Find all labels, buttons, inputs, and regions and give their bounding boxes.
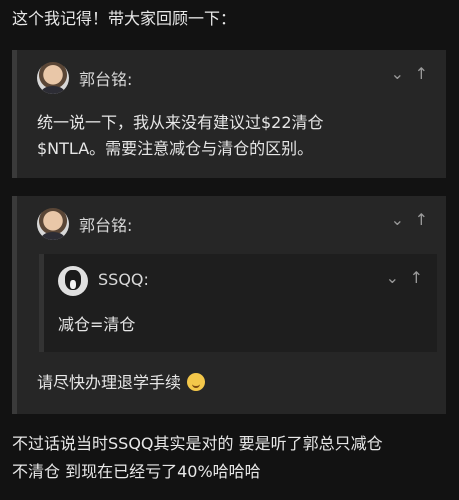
expand-quote-chevron-icon[interactable]: ⌄ bbox=[391, 64, 404, 83]
dog-avatar[interactable] bbox=[58, 266, 88, 296]
intro-text: 这个我记得！带大家回顾一下： bbox=[12, 9, 237, 28]
post-line-1: 不过话说当时SSQQ其实是对的 要是听了郭总只减仓 bbox=[12, 434, 383, 453]
go-to-quoted-arrow-icon[interactable]: ↑ bbox=[410, 268, 423, 287]
post-line-2: 不清仓 到现在已经亏了40%哈哈哈 bbox=[12, 462, 261, 481]
quote-header: 郭台铭: ⌄ ↑ bbox=[37, 208, 430, 240]
quote-header: 郭台铭: ⌄ ↑ bbox=[37, 62, 430, 94]
post-body-text: 不过话说当时SSQQ其实是对的 要是听了郭总只减仓 不清仓 到现在已经亏了40%… bbox=[12, 430, 452, 486]
quote-reply-text: 请尽快办理退学手续 bbox=[37, 370, 206, 396]
reply-text: 请尽快办理退学手续 bbox=[37, 373, 182, 392]
go-to-quoted-arrow-icon[interactable]: ↑ bbox=[415, 210, 428, 229]
quote-username[interactable]: 郭台铭: bbox=[79, 66, 132, 90]
quote-body: 统一说一下，我从来没有建议过$22清仓 $NTLA。需要注意减仓与清仓的区别。 bbox=[37, 110, 324, 162]
laughing-emoji-icon bbox=[187, 373, 206, 391]
quote-block-1: 郭台铭: ⌄ ↑ 统一说一下，我从来没有建议过$22清仓 $NTLA。需要注意减… bbox=[12, 50, 446, 178]
quote-line-2: $NTLA。需要注意减仓与清仓的区别。 bbox=[37, 139, 314, 158]
nested-quote-header: SSQQ: ⌄ ↑ bbox=[58, 266, 425, 298]
quote-block-2: 郭台铭: ⌄ ↑ SSQQ: ⌄ ↑ 减仓=清仓 请尽快办理退学手续 bbox=[12, 196, 446, 414]
quote-line-1: 统一说一下，我从来没有建议过$22清仓 bbox=[37, 113, 324, 132]
avatar[interactable] bbox=[37, 208, 69, 240]
quote-username[interactable]: 郭台铭: bbox=[79, 212, 132, 236]
nested-quote-username[interactable]: SSQQ: bbox=[98, 270, 149, 289]
avatar[interactable] bbox=[37, 62, 69, 94]
nested-quote-block: SSQQ: ⌄ ↑ 减仓=清仓 bbox=[39, 254, 437, 352]
go-to-quoted-arrow-icon[interactable]: ↑ bbox=[415, 64, 428, 83]
nested-quote-body: 减仓=清仓 bbox=[58, 315, 136, 334]
expand-quote-chevron-icon[interactable]: ⌄ bbox=[386, 268, 399, 287]
expand-quote-chevron-icon[interactable]: ⌄ bbox=[391, 210, 404, 229]
